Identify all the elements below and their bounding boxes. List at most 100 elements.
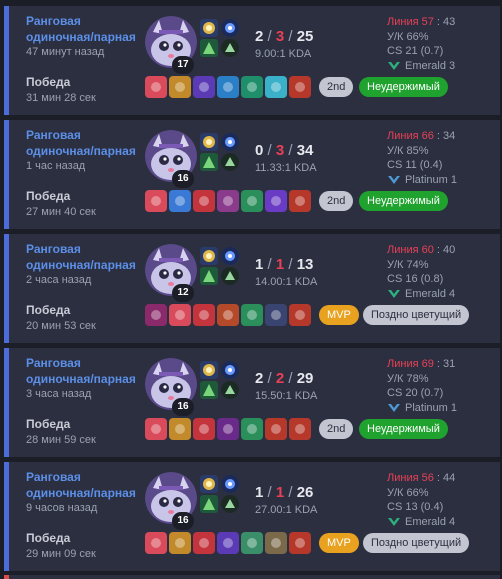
- time-ago: 47 минут назад: [26, 46, 105, 58]
- kda-score: 2 / 2 / 29: [255, 370, 314, 387]
- flash-spell-icon[interactable]: [200, 133, 218, 151]
- match-stats: Линия 56 : 44 У/К 66% CS 13 (0.4) Emeral…: [387, 472, 456, 528]
- item-icon[interactable]: [217, 418, 239, 440]
- kda-score: 0 / 3 / 34: [255, 142, 314, 159]
- item-icon[interactable]: [193, 76, 215, 98]
- queue-type: Ранговая одиночная/парная: [26, 356, 136, 386]
- item-icon[interactable]: [193, 190, 215, 212]
- match-card[interactable]: Ранговая одиночная/парная 47 минут назад…: [4, 6, 500, 115]
- performance-badge: Поздно цветущий: [363, 533, 470, 553]
- item-icon[interactable]: [241, 418, 263, 440]
- rank-emblem-icon: [388, 61, 400, 70]
- match-result: Победа: [26, 75, 71, 89]
- item-icon[interactable]: [265, 76, 287, 98]
- performance-badge: Неудержимый: [359, 77, 448, 97]
- keystone-rune-icon[interactable]: [221, 19, 239, 37]
- trinket-item-icon[interactable]: [289, 76, 311, 98]
- match-card[interactable]: Ранговая одиночная/парная 1 час назад По…: [4, 120, 500, 229]
- kda-ratio: 11.33:1 KDA: [255, 162, 317, 174]
- queue-type: Ранговая одиночная/парная: [26, 242, 136, 272]
- item-icon[interactable]: [217, 304, 239, 326]
- item-icon[interactable]: [241, 76, 263, 98]
- match-result: Победа: [26, 189, 71, 203]
- item-icon[interactable]: [265, 190, 287, 212]
- trinket-item-icon[interactable]: [289, 190, 311, 212]
- secondary-rune-icon[interactable]: [221, 153, 239, 171]
- item-icon[interactable]: [145, 418, 167, 440]
- keystone-rune-icon[interactable]: [221, 133, 239, 151]
- exhaust-spell-icon[interactable]: [200, 267, 218, 285]
- item-icon[interactable]: [193, 304, 215, 326]
- queue-type: Ранговая одиночная/парная: [26, 128, 136, 158]
- kda-ratio: 27.00:1 KDA: [255, 504, 318, 516]
- match-card[interactable]: Ранговая одиночная/парная 9 часов назад …: [4, 462, 500, 571]
- placement-badge: 2nd: [319, 77, 354, 97]
- item-icon[interactable]: [241, 304, 263, 326]
- placement-badge: MVP: [319, 533, 359, 553]
- item-icon[interactable]: [265, 418, 287, 440]
- kda-score: 1 / 1 / 26: [255, 484, 314, 501]
- item-icon[interactable]: [241, 532, 263, 554]
- item-icon[interactable]: [217, 76, 239, 98]
- rank-emblem-icon: [388, 403, 400, 412]
- keystone-rune-icon[interactable]: [221, 247, 239, 265]
- item-icon[interactable]: [145, 190, 167, 212]
- secondary-rune-icon[interactable]: [221, 381, 239, 399]
- kda-ratio: 9.00:1 KDA: [255, 48, 312, 60]
- item-build: [145, 304, 311, 326]
- flash-spell-icon[interactable]: [200, 361, 218, 379]
- item-icon[interactable]: [193, 418, 215, 440]
- exhaust-spell-icon[interactable]: [200, 153, 218, 171]
- performance-badge: Неудержимый: [359, 191, 448, 211]
- item-icon[interactable]: [145, 532, 167, 554]
- secondary-rune-icon[interactable]: [221, 495, 239, 513]
- item-icon[interactable]: [265, 532, 287, 554]
- time-ago: 1 час назад: [26, 160, 86, 172]
- match-result: Победа: [26, 531, 71, 545]
- keystone-rune-icon[interactable]: [221, 475, 239, 493]
- match-stats: Линия 69 : 31 У/К 78% CS 20 (0.7) Platin…: [387, 358, 457, 414]
- item-icon[interactable]: [145, 304, 167, 326]
- time-ago: 3 часа назад: [26, 388, 92, 400]
- queue-type: Ранговая одиночная/парная: [26, 14, 136, 44]
- kda-score: 1 / 1 / 13: [255, 256, 314, 273]
- match-duration: 31 мин 28 сек: [26, 92, 96, 104]
- time-ago: 9 часов назад: [26, 502, 98, 514]
- trinket-item-icon[interactable]: [289, 532, 311, 554]
- flash-spell-icon[interactable]: [200, 19, 218, 37]
- next-match-card-edge: [4, 575, 500, 579]
- placement-badge: 2nd: [319, 191, 354, 211]
- item-icon[interactable]: [169, 76, 191, 98]
- item-icon[interactable]: [265, 304, 287, 326]
- flash-spell-icon[interactable]: [200, 475, 218, 493]
- match-duration: 20 мин 53 сек: [26, 320, 96, 332]
- match-card[interactable]: Ранговая одиночная/парная 2 часа назад П…: [4, 234, 500, 343]
- exhaust-spell-icon[interactable]: [200, 39, 218, 57]
- champion-level-badge: 17: [172, 56, 194, 74]
- keystone-rune-icon[interactable]: [221, 361, 239, 379]
- performance-badge: Поздно цветущий: [363, 305, 470, 325]
- match-card[interactable]: Ранговая одиночная/парная 3 часа назад П…: [4, 348, 500, 457]
- trinket-item-icon[interactable]: [289, 304, 311, 326]
- trinket-item-icon[interactable]: [289, 418, 311, 440]
- item-icon[interactable]: [169, 304, 191, 326]
- item-icon[interactable]: [217, 532, 239, 554]
- match-result: Победа: [26, 303, 71, 317]
- kda-ratio: 14.00:1 KDA: [255, 276, 318, 288]
- exhaust-spell-icon[interactable]: [200, 381, 218, 399]
- flash-spell-icon[interactable]: [200, 247, 218, 265]
- item-icon[interactable]: [145, 76, 167, 98]
- item-icon[interactable]: [217, 190, 239, 212]
- item-icon[interactable]: [169, 532, 191, 554]
- item-icon[interactable]: [193, 532, 215, 554]
- item-icon[interactable]: [169, 190, 191, 212]
- item-icon[interactable]: [169, 418, 191, 440]
- exhaust-spell-icon[interactable]: [200, 495, 218, 513]
- kda-ratio: 15.50:1 KDA: [255, 390, 318, 402]
- champion-level-badge: 16: [172, 170, 194, 188]
- secondary-rune-icon[interactable]: [221, 39, 239, 57]
- secondary-rune-icon[interactable]: [221, 267, 239, 285]
- item-icon[interactable]: [241, 190, 263, 212]
- performance-badge: Неудержимый: [359, 419, 448, 439]
- champion-level-badge: 12: [172, 284, 194, 302]
